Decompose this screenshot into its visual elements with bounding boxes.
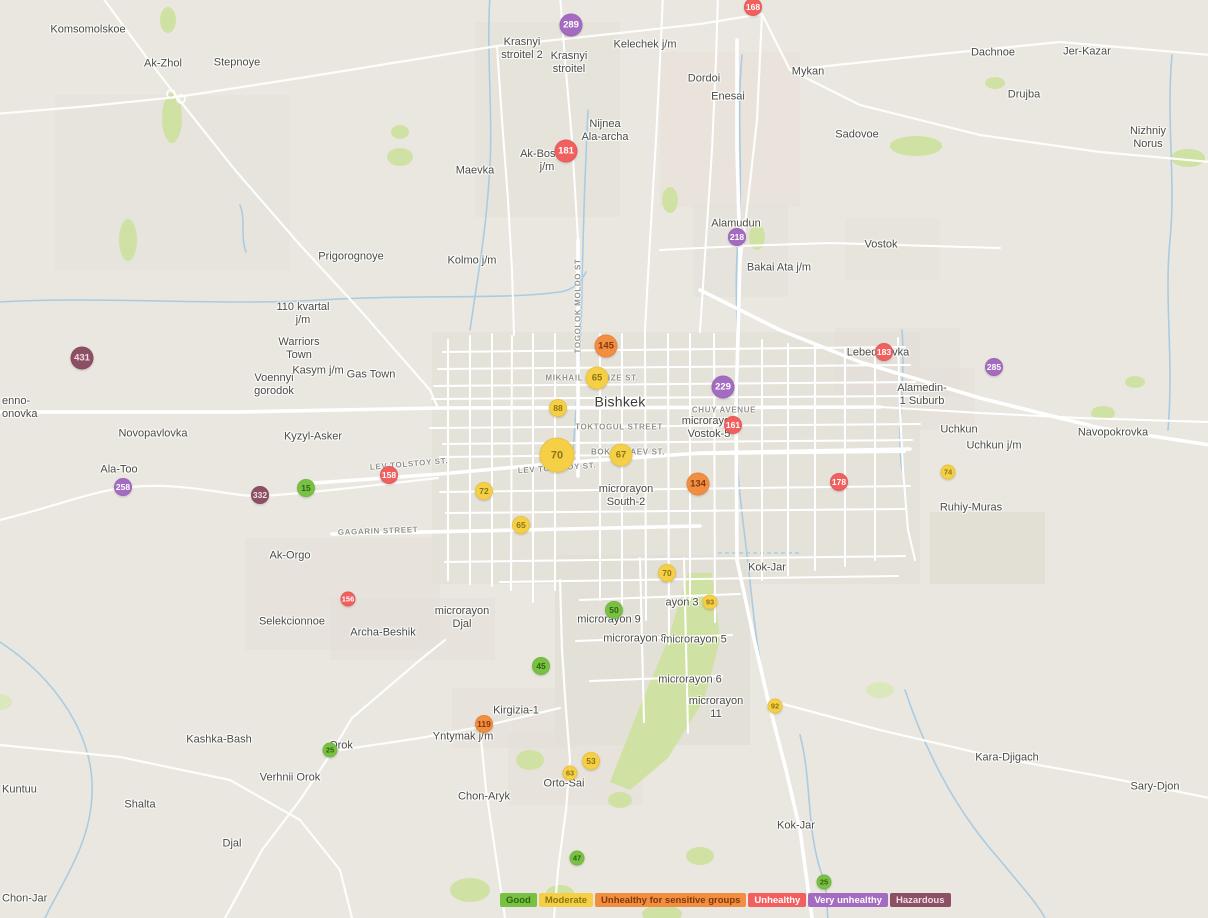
aqi-marker[interactable]: 72 xyxy=(475,482,493,500)
aqi-legend: GoodModerateUnhealthy for sensitive grou… xyxy=(500,893,951,907)
aqi-marker[interactable]: 161 xyxy=(724,416,742,434)
legend-item-unhealthy: Unhealthy xyxy=(748,893,806,907)
aqi-marker[interactable]: 119 xyxy=(475,715,493,733)
aqi-marker[interactable]: 158 xyxy=(380,466,398,484)
legend-item-good: Good xyxy=(500,893,537,907)
aqi-marker[interactable]: 63 xyxy=(563,766,578,781)
aqi-marker[interactable]: 45 xyxy=(532,657,550,675)
legend-item-usg: Unhealthy for sensitive groups xyxy=(595,893,746,907)
aqi-marker[interactable]: 183 xyxy=(875,343,893,361)
aqi-marker[interactable]: 15 xyxy=(297,479,315,497)
aqi-marker[interactable]: 25 xyxy=(817,875,832,890)
aqi-marker[interactable]: 332 xyxy=(251,486,269,504)
aqi-marker[interactable]: 218 xyxy=(728,228,746,246)
aqi-marker[interactable]: 285 xyxy=(985,358,1003,376)
aqi-marker[interactable]: 47 xyxy=(570,851,585,866)
map-tiles xyxy=(0,0,1208,918)
aqi-marker[interactable]: 50 xyxy=(605,601,623,619)
aqi-marker[interactable]: 65 xyxy=(586,367,609,390)
legend-item-very-unhealthy: Very unhealthy xyxy=(808,893,888,907)
aqi-marker[interactable]: 25 xyxy=(323,743,338,758)
aqi-marker[interactable]: 74 xyxy=(941,465,956,480)
aqi-marker[interactable]: 289 xyxy=(560,14,583,37)
aqi-marker[interactable]: 431 xyxy=(71,347,94,370)
aqi-marker[interactable]: 65 xyxy=(512,516,530,534)
aqi-marker[interactable]: 156 xyxy=(341,592,356,607)
aqi-marker[interactable]: 178 xyxy=(830,473,848,491)
aqi-marker[interactable]: 92 xyxy=(768,699,783,714)
aqi-marker[interactable]: 93 xyxy=(703,595,718,610)
legend-item-hazardous: Hazardous xyxy=(890,893,951,907)
aqi-marker[interactable]: 67 xyxy=(610,444,633,467)
aqi-marker[interactable]: 145 xyxy=(595,335,618,358)
aqi-marker[interactable]: 258 xyxy=(114,478,132,496)
legend-item-moderate: Moderate xyxy=(539,893,593,907)
map-viewport[interactable]: KomsomolskoeAk-ZholStepnoyeKrasnyi stroi… xyxy=(0,0,1208,918)
aqi-marker[interactable]: 229 xyxy=(712,376,735,399)
aqi-marker[interactable]: 70 xyxy=(540,438,575,473)
aqi-marker[interactable]: 70 xyxy=(658,564,676,582)
aqi-marker[interactable]: 53 xyxy=(582,752,600,770)
aqi-marker[interactable]: 181 xyxy=(555,140,578,163)
aqi-marker[interactable]: 134 xyxy=(687,473,710,496)
aqi-marker[interactable]: 88 xyxy=(549,399,567,417)
